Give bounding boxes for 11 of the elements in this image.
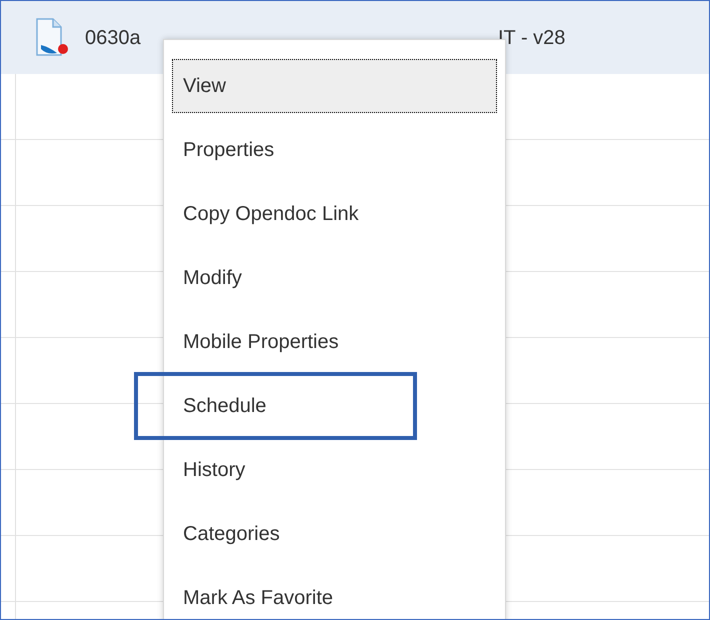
menu-item[interactable]: Mobile Properties — [172, 315, 497, 369]
menu-item[interactable]: View — [172, 59, 497, 113]
menu-item[interactable]: History — [172, 443, 497, 497]
menu-item[interactable]: Mark As Favorite — [172, 571, 497, 619]
menu-item[interactable]: Categories — [172, 507, 497, 561]
document-icon — [35, 16, 69, 58]
menu-item[interactable]: Modify — [172, 251, 497, 305]
menu-item[interactable]: Copy Opendoc Link — [172, 187, 497, 241]
document-title: 0630a — [85, 26, 141, 50]
menu-item[interactable]: Schedule — [172, 379, 497, 433]
menu-item[interactable]: Properties — [172, 123, 497, 177]
